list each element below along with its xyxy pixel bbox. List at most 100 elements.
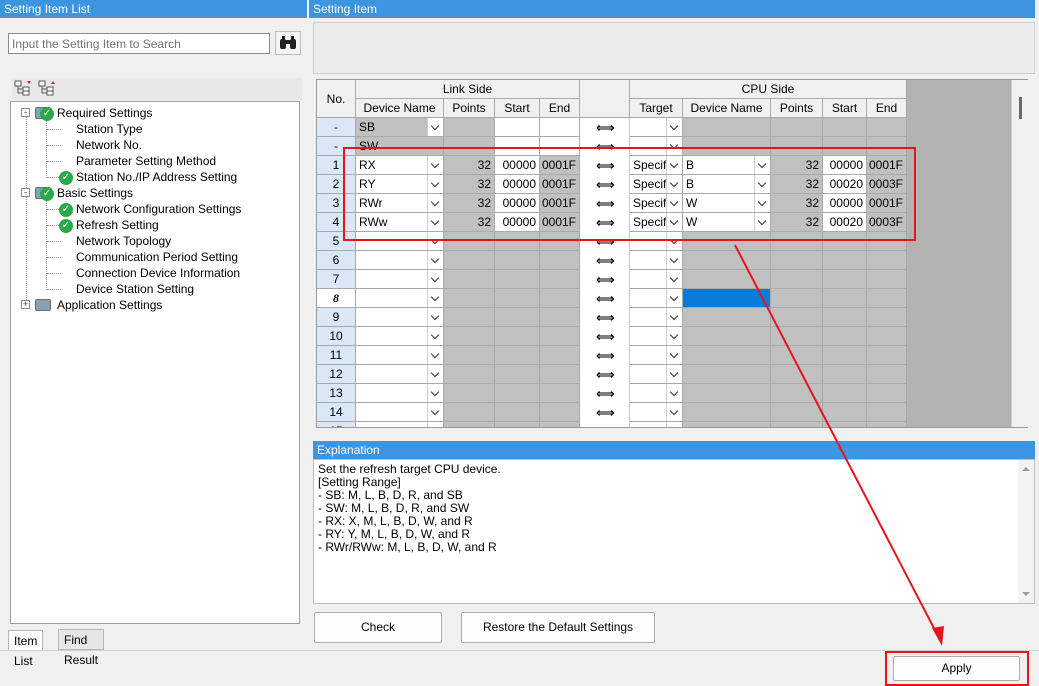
cpu-start-input[interactable] bbox=[823, 422, 867, 427]
expander-icon[interactable]: - bbox=[21, 108, 30, 117]
tree-item-connection-device-information[interactable]: Connection Device Information bbox=[11, 265, 299, 281]
scroll-up-icon[interactable] bbox=[1018, 462, 1034, 476]
link-start-input[interactable] bbox=[495, 289, 540, 308]
cpu-target-select[interactable] bbox=[630, 308, 683, 327]
tree-item-basic-settings[interactable]: - ✓ Basic Settings bbox=[11, 185, 299, 201]
cpu-target-select[interactable] bbox=[630, 118, 683, 137]
link-device-name-select[interactable] bbox=[356, 346, 444, 365]
link-device-name-select[interactable] bbox=[356, 270, 444, 289]
dropdown-arrow-icon[interactable] bbox=[666, 270, 682, 288]
tree-item-parameter-setting-method[interactable]: Parameter Setting Method bbox=[11, 153, 299, 169]
link-device-name-select[interactable] bbox=[356, 384, 444, 403]
cpu-device-name-select[interactable] bbox=[683, 289, 771, 308]
cpu-device-name-select[interactable] bbox=[683, 422, 771, 427]
tree-item-application-settings[interactable]: + Application Settings bbox=[11, 297, 299, 313]
cpu-target-select[interactable] bbox=[630, 251, 683, 270]
tree-item-network-topology[interactable]: Network Topology bbox=[11, 233, 299, 249]
cpu-start-input[interactable] bbox=[823, 365, 867, 384]
dropdown-arrow-icon[interactable] bbox=[427, 289, 443, 307]
dropdown-arrow-icon[interactable] bbox=[666, 403, 682, 421]
tree-item-station-no-ip-address-setting[interactable]: ✓ Station No./IP Address Setting bbox=[11, 169, 299, 185]
dropdown-arrow-icon[interactable] bbox=[427, 270, 443, 288]
dropdown-arrow-icon[interactable] bbox=[427, 346, 443, 364]
cpu-start-input[interactable] bbox=[823, 327, 867, 346]
search-button[interactable] bbox=[275, 31, 301, 55]
link-start-input[interactable] bbox=[495, 308, 540, 327]
link-start-input[interactable] bbox=[495, 327, 540, 346]
link-device-name-select[interactable] bbox=[356, 327, 444, 346]
tab-find-result[interactable]: Find Result bbox=[58, 629, 105, 667]
dropdown-arrow-icon[interactable] bbox=[427, 308, 443, 326]
tree-item-required-settings[interactable]: - ✓ Required Settings bbox=[11, 105, 299, 121]
explanation-scrollbar[interactable] bbox=[1018, 460, 1034, 603]
link-start-input[interactable] bbox=[495, 270, 540, 289]
cpu-device-name-select[interactable] bbox=[683, 308, 771, 327]
cpu-target-select[interactable] bbox=[630, 289, 683, 308]
dropdown-arrow-icon[interactable] bbox=[666, 308, 682, 326]
expander-icon[interactable]: - bbox=[21, 188, 30, 197]
cpu-target-select[interactable] bbox=[630, 422, 683, 427]
link-device-name-select[interactable]: SB bbox=[356, 118, 444, 137]
dropdown-arrow-icon[interactable] bbox=[666, 422, 682, 427]
dropdown-arrow-icon[interactable] bbox=[427, 118, 443, 136]
dropdown-arrow-icon[interactable] bbox=[666, 384, 682, 402]
cpu-device-name-select[interactable] bbox=[683, 270, 771, 289]
cpu-start-input[interactable] bbox=[823, 270, 867, 289]
grid-scrollbar[interactable] bbox=[1011, 80, 1028, 427]
search-input[interactable] bbox=[8, 33, 270, 54]
link-start-input[interactable] bbox=[495, 384, 540, 403]
dropdown-arrow-icon[interactable] bbox=[427, 327, 443, 345]
tab-item-list[interactable]: Item List bbox=[8, 630, 44, 668]
expand-all-icon[interactable] bbox=[14, 80, 32, 96]
dropdown-arrow-icon[interactable] bbox=[427, 403, 443, 421]
tree-item-network-no-[interactable]: Network No. bbox=[11, 137, 299, 153]
dropdown-arrow-icon[interactable] bbox=[427, 365, 443, 383]
cpu-device-name-select[interactable] bbox=[683, 365, 771, 384]
dropdown-arrow-icon[interactable] bbox=[666, 251, 682, 269]
grid-scroll-thumb[interactable] bbox=[1019, 97, 1022, 119]
dropdown-arrow-icon[interactable] bbox=[427, 251, 443, 269]
cpu-target-select[interactable] bbox=[630, 384, 683, 403]
link-device-name-select[interactable] bbox=[356, 308, 444, 327]
cpu-start-input[interactable] bbox=[823, 251, 867, 270]
cpu-target-select[interactable] bbox=[630, 403, 683, 422]
cpu-start-input[interactable] bbox=[823, 118, 867, 137]
tree-item-station-type[interactable]: Station Type bbox=[11, 121, 299, 137]
cpu-start-input[interactable] bbox=[823, 403, 867, 422]
cpu-start-input[interactable] bbox=[823, 308, 867, 327]
cpu-start-input[interactable] bbox=[823, 384, 867, 403]
cpu-device-name-select[interactable] bbox=[683, 327, 771, 346]
dropdown-arrow-icon[interactable] bbox=[666, 365, 682, 383]
cpu-device-name-select[interactable] bbox=[683, 384, 771, 403]
cpu-target-select[interactable] bbox=[630, 346, 683, 365]
link-start-input[interactable] bbox=[495, 403, 540, 422]
cpu-start-input[interactable] bbox=[823, 346, 867, 365]
cpu-target-select[interactable] bbox=[630, 270, 683, 289]
tree-item-device-station-setting[interactable]: Device Station Setting bbox=[11, 281, 299, 297]
link-device-name-select[interactable] bbox=[356, 422, 444, 427]
dropdown-arrow-icon[interactable] bbox=[666, 289, 682, 307]
link-start-input[interactable] bbox=[495, 422, 540, 427]
link-start-input[interactable] bbox=[495, 118, 540, 137]
dropdown-arrow-icon[interactable] bbox=[666, 327, 682, 345]
dropdown-arrow-icon[interactable] bbox=[666, 118, 682, 136]
scroll-down-icon[interactable] bbox=[1018, 587, 1034, 601]
cpu-device-name-select[interactable] bbox=[683, 118, 771, 137]
link-device-name-select[interactable] bbox=[356, 289, 444, 308]
cpu-device-name-select[interactable] bbox=[683, 346, 771, 365]
dropdown-arrow-icon[interactable] bbox=[427, 422, 443, 427]
cpu-target-select[interactable] bbox=[630, 365, 683, 384]
cpu-device-name-select[interactable] bbox=[683, 403, 771, 422]
cpu-target-select[interactable] bbox=[630, 327, 683, 346]
tree-item-communication-period-setting[interactable]: Communication Period Setting bbox=[11, 249, 299, 265]
link-device-name-select[interactable] bbox=[356, 365, 444, 384]
restore-default-settings-button[interactable]: Restore the Default Settings bbox=[461, 612, 655, 643]
link-start-input[interactable] bbox=[495, 365, 540, 384]
dropdown-arrow-icon[interactable] bbox=[427, 384, 443, 402]
tree-item-refresh-setting[interactable]: ✓ Refresh Setting bbox=[11, 217, 299, 233]
cpu-start-input[interactable] bbox=[823, 289, 867, 308]
expander-icon[interactable]: + bbox=[21, 300, 30, 309]
check-button[interactable]: Check bbox=[314, 612, 442, 643]
cpu-device-name-select[interactable] bbox=[683, 251, 771, 270]
link-device-name-select[interactable] bbox=[356, 403, 444, 422]
